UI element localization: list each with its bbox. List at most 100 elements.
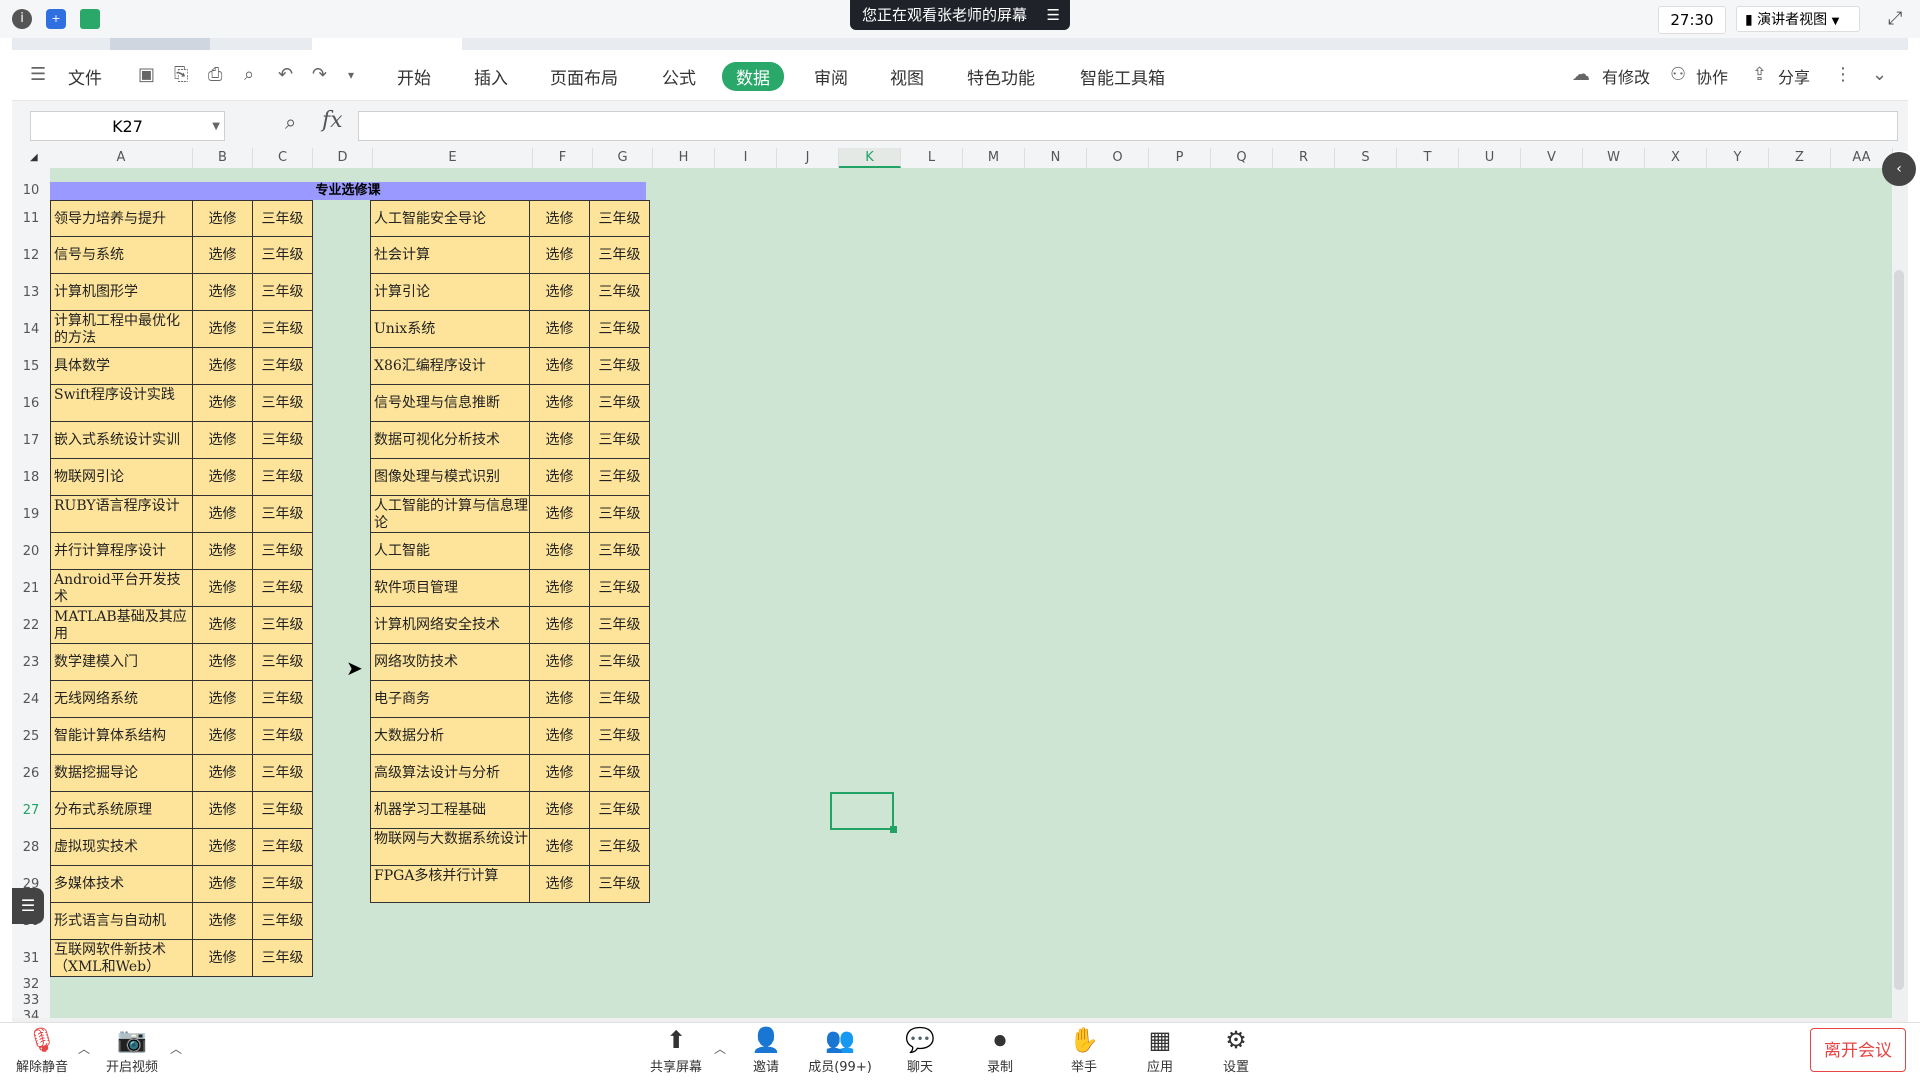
right-table-cell[interactable]: 选修 xyxy=(530,348,590,385)
column-header-i[interactable]: I xyxy=(715,148,777,168)
document-tab-active[interactable] xyxy=(312,38,462,50)
left-table-cell[interactable]: 三年级 xyxy=(253,644,313,681)
export-icon[interactable]: ⎘ xyxy=(174,64,188,85)
toolbar-button-4[interactable]: 👥 成员(99+) xyxy=(800,1022,880,1080)
row-header-25[interactable]: 25 xyxy=(12,718,50,755)
right-table-cell[interactable]: 选修 xyxy=(530,829,590,866)
left-table-cell[interactable]: MATLAB基础及其应用 xyxy=(50,607,193,644)
info-icon[interactable]: i xyxy=(12,9,32,29)
left-table-cell[interactable]: 选修 xyxy=(193,496,253,533)
column-header-e[interactable]: E xyxy=(373,148,533,168)
toolbar-button-8[interactable]: ▦ 应用 xyxy=(1120,1022,1200,1080)
right-table-cell[interactable]: 三年级 xyxy=(590,459,650,496)
function-icon[interactable]: fx xyxy=(322,108,343,133)
share-icon[interactable]: ⇪ xyxy=(1752,64,1767,85)
left-table-cell[interactable]: 选修 xyxy=(193,237,253,274)
right-table-cell[interactable]: 三年级 xyxy=(590,533,650,570)
right-table-cell[interactable]: 信号处理与信息推断 xyxy=(370,385,530,422)
left-table-cell[interactable]: 选修 xyxy=(193,200,253,237)
right-table-cell[interactable]: 选修 xyxy=(530,570,590,607)
left-table-cell[interactable]: 计算机工程中最优化的方法 xyxy=(50,311,193,348)
row-header-32[interactable]: 32 xyxy=(12,977,50,993)
chevron-up-icon[interactable]: ︿ xyxy=(170,1040,182,1057)
file-menu[interactable]: 文件 xyxy=(68,64,102,89)
left-table-cell[interactable]: 选修 xyxy=(193,348,253,385)
right-table-cell[interactable]: 选修 xyxy=(530,866,590,903)
right-table-cell[interactable]: 高级算法设计与分析 xyxy=(370,755,530,792)
right-table-cell[interactable]: 社会计算 xyxy=(370,237,530,274)
left-table-cell[interactable]: 三年级 xyxy=(253,755,313,792)
right-table-cell[interactable]: 选修 xyxy=(530,644,590,681)
left-table-cell[interactable]: 多媒体技术 xyxy=(50,866,193,903)
right-table-cell[interactable]: 选修 xyxy=(530,274,590,311)
row-header-14[interactable]: 14 xyxy=(12,311,50,348)
toolbar-button-1[interactable]: 📷 开启视频 xyxy=(92,1022,172,1080)
right-table-cell[interactable]: 选修 xyxy=(530,237,590,274)
left-table-cell[interactable]: 选修 xyxy=(193,459,253,496)
right-table-cell[interactable]: 三年级 xyxy=(590,311,650,348)
column-header-s[interactable]: S xyxy=(1335,148,1397,168)
hamburger-menu-icon[interactable]: ☰ xyxy=(30,64,46,85)
right-table-cell[interactable]: 选修 xyxy=(530,311,590,348)
right-table-cell[interactable]: 三年级 xyxy=(590,496,650,533)
left-table-cell[interactable]: 三年级 xyxy=(253,348,313,385)
left-table-cell[interactable]: 三年级 xyxy=(253,311,313,348)
right-table-cell[interactable]: 人工智能 xyxy=(370,533,530,570)
right-table-cell[interactable]: Unix系统 xyxy=(370,311,530,348)
right-table-cell[interactable]: 选修 xyxy=(530,681,590,718)
right-table-cell[interactable]: 选修 xyxy=(530,607,590,644)
row-header-11[interactable]: 11 xyxy=(12,200,50,237)
right-table-cell[interactable]: 选修 xyxy=(530,533,590,570)
left-table-cell[interactable]: 选修 xyxy=(193,940,253,977)
view-mode-dropdown[interactable]: ▮ 演讲者视图 ▼ xyxy=(1736,6,1860,32)
share-button[interactable]: 分享 xyxy=(1778,64,1810,88)
tab-formula[interactable]: 公式 xyxy=(662,64,696,89)
right-table-cell[interactable]: 网络攻防技术 xyxy=(370,644,530,681)
zoom-search-icon[interactable]: ⌕ xyxy=(285,110,296,134)
row-header-12[interactable]: 12 xyxy=(12,237,50,274)
right-table-cell[interactable]: 图像处理与模式识别 xyxy=(370,459,530,496)
left-table-cell[interactable]: 三年级 xyxy=(253,200,313,237)
scrollbar-thumb[interactable] xyxy=(1894,270,1904,990)
left-table-cell[interactable]: 三年级 xyxy=(253,274,313,311)
left-table-cell[interactable]: 选修 xyxy=(193,718,253,755)
left-table-cell[interactable]: 三年级 xyxy=(253,903,313,940)
row-header-13[interactable]: 13 xyxy=(12,274,50,311)
column-header-u[interactable]: U xyxy=(1459,148,1521,168)
left-table-cell[interactable]: 选修 xyxy=(193,866,253,903)
left-table-cell[interactable]: 数据挖掘导论 xyxy=(50,755,193,792)
row-header-23[interactable]: 23 xyxy=(12,644,50,681)
save-icon[interactable]: ▣ xyxy=(138,64,155,85)
tab-smart-toolbox[interactable]: 智能工具箱 xyxy=(1080,64,1165,89)
left-table-cell[interactable]: 三年级 xyxy=(253,829,313,866)
row-header-10[interactable]: 10 xyxy=(12,182,50,200)
list-menu-icon[interactable]: ☰ xyxy=(12,888,44,924)
right-table-cell[interactable]: 三年级 xyxy=(590,607,650,644)
signal-bars-icon[interactable] xyxy=(80,9,100,29)
right-table-cell[interactable]: 大数据分析 xyxy=(370,718,530,755)
column-header-z[interactable]: Z xyxy=(1769,148,1831,168)
toolbar-button-2[interactable]: ⬆ 共享屏幕 xyxy=(636,1022,716,1080)
select-all-corner-icon[interactable]: ◢ xyxy=(30,152,38,163)
right-table-cell[interactable]: 计算引论 xyxy=(370,274,530,311)
right-table-cell[interactable]: 三年级 xyxy=(590,681,650,718)
selected-cell[interactable] xyxy=(830,792,894,830)
column-header-f[interactable]: F xyxy=(533,148,593,168)
shield-icon[interactable]: + xyxy=(46,9,66,29)
left-table-cell[interactable]: 选修 xyxy=(193,570,253,607)
tab-review[interactable]: 审阅 xyxy=(814,64,848,89)
right-table-cell[interactable]: 三年级 xyxy=(590,792,650,829)
left-table-cell[interactable]: 数学建模入门 xyxy=(50,644,193,681)
more-options-icon[interactable]: ⋮ xyxy=(1834,64,1852,85)
right-table-cell[interactable]: 软件项目管理 xyxy=(370,570,530,607)
row-header-15[interactable]: 15 xyxy=(12,348,50,385)
left-table-cell[interactable]: 选修 xyxy=(193,755,253,792)
left-table-cell[interactable]: 三年级 xyxy=(253,496,313,533)
left-table-cell[interactable]: 选修 xyxy=(193,533,253,570)
row-header-31[interactable]: 31 xyxy=(12,940,50,977)
left-table-cell[interactable]: 三年级 xyxy=(253,940,313,977)
right-table-cell[interactable]: 三年级 xyxy=(590,274,650,311)
left-table-cell[interactable]: 选修 xyxy=(193,829,253,866)
right-table-cell[interactable]: 三年级 xyxy=(590,718,650,755)
left-table-cell[interactable]: 三年级 xyxy=(253,459,313,496)
